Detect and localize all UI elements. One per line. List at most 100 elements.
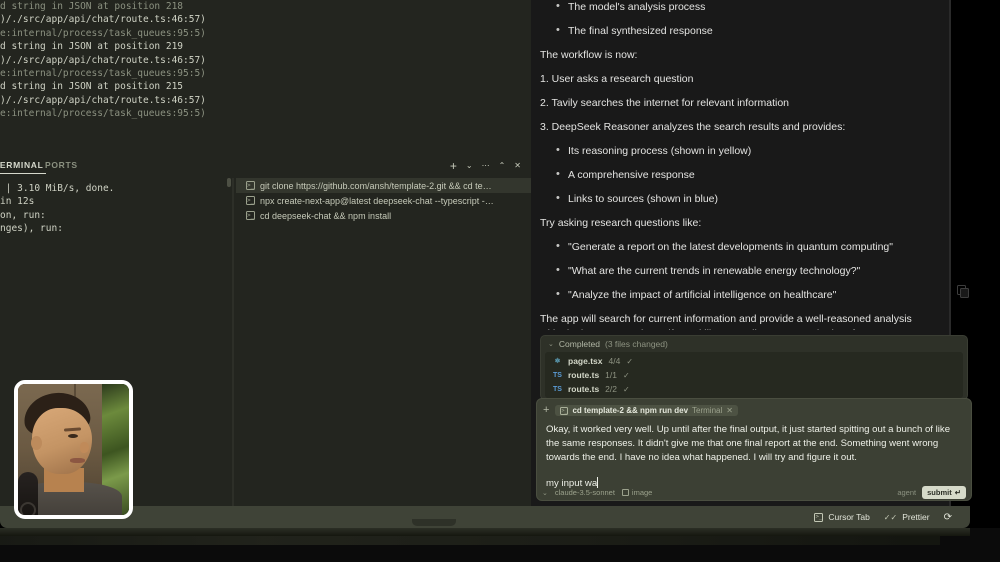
ts-icon: TS — [553, 385, 562, 393]
terminal-line: d string in JSON at position 218 — [0, 1, 184, 12]
webcam-person-eye — [68, 434, 78, 438]
terminal-line: d string in JSON at position 215 — [0, 81, 184, 93]
check-icon: ✓ — [623, 370, 630, 380]
chat-bullet: Its reasoning process (shown in yellow) — [540, 143, 926, 159]
terminal-icon: >_ — [246, 181, 255, 190]
bezel-lip — [0, 528, 970, 536]
new-terminal-icon[interactable]: + — [450, 159, 457, 173]
terminal-actions: + ⌄ ⋯ ⌃ ✕ — [450, 159, 521, 173]
chat-bullet: "What are the current trends in renewabl… — [540, 263, 926, 279]
model-selector[interactable]: claude-3.5-sonnet — [555, 488, 615, 497]
file-change-count: 1/1 — [605, 370, 617, 380]
image-icon — [621, 489, 629, 496]
terminal-tab-label: cd deepseek-chat && npm install — [260, 210, 392, 221]
chat-bullet: "Generate a report on the latest develop… — [540, 239, 926, 255]
terminal-line: on, run: — [0, 209, 46, 221]
chat-message-scroll[interactable]: The model's analysis process The final s… — [531, 0, 950, 330]
terminal-scrollbar[interactable] — [227, 178, 231, 516]
webcam-person-mouth — [70, 458, 85, 463]
composer-actions: agent submit ↵ — [897, 486, 966, 499]
terminal-scrollbar-thumb[interactable] — [227, 178, 231, 187]
terminal-line: | 3.10 MiB/s, done. — [0, 183, 115, 194]
ts-icon: TS — [553, 371, 562, 379]
attach-image-label: image — [631, 488, 653, 497]
chat-ordered-item: 3. DeepSeek Reasoner analyzes the search… — [540, 121, 846, 133]
file-change-count: 2/2 — [605, 384, 617, 394]
file-row[interactable]: TS route.ts 1/1 ✓ — [545, 368, 963, 382]
terminal-line: e:internal/process/task_queues:95:5) — [0, 27, 206, 39]
status-item-cursor-tab[interactable]: >_ Cursor Tab — [814, 512, 870, 522]
submit-button[interactable]: submit ↵ — [922, 486, 966, 499]
files-status-label: Completed — [558, 339, 600, 349]
context-chip-terminal[interactable]: >_ cd template-2 && npm run dev Terminal… — [555, 405, 738, 416]
terminal-splitter[interactable] — [232, 178, 234, 516]
chat-paragraph: The workflow is now: — [540, 49, 638, 61]
webcam-person-nose — [80, 442, 89, 453]
status-bar: >_ Cursor Tab ✓✓ Prettier ⟳ — [0, 506, 970, 528]
copy-icon[interactable] — [957, 285, 969, 298]
terminal-icon: >_ — [246, 196, 255, 205]
terminal-line: in 12s — [0, 196, 35, 208]
file-change-count: 4/4 — [608, 356, 621, 366]
attach-image-button[interactable]: image — [621, 488, 653, 497]
chat-bullet: The final synthesized response — [540, 23, 926, 39]
file-name: route.ts — [568, 384, 600, 394]
terminal-line: nges), run: — [0, 223, 63, 235]
status-label: Cursor Tab — [828, 512, 870, 522]
chevron-down-icon[interactable]: ⌄ — [542, 489, 548, 497]
context-row: + >_ cd template-2 && npm run dev Termin… — [537, 402, 971, 419]
file-name: route.ts — [568, 370, 600, 380]
check-icon: ✓ — [626, 356, 634, 366]
terminal-tab-label: npx create-next-app@latest deepseek-chat… — [260, 195, 494, 206]
webcam-overlay[interactable] — [14, 380, 133, 519]
chat-paragraph: The app will search for current informat… — [540, 313, 912, 330]
completed-files-card: ⌄ Completed (3 files changed) ⚛ page.tsx… — [540, 335, 968, 400]
file-row[interactable]: ⚛ page.tsx 4/4 ✓ — [545, 354, 963, 368]
tab-ports[interactable]: PORTS — [45, 160, 78, 173]
terminal-tab-list: >_ git clone https://github.com/ansh/tem… — [236, 178, 531, 516]
sync-icon[interactable]: ⟳ — [944, 512, 952, 523]
files-card-header[interactable]: ⌄ Completed (3 files changed) — [541, 336, 967, 352]
chat-bullet: Links to sources (shown in blue) — [540, 191, 926, 207]
terminal-line: e:internal/process/task_queues:95:5) — [0, 68, 206, 80]
terminal-scrollback[interactable]: d string in JSON at position 218 )/./src… — [0, 0, 531, 156]
submit-label: submit — [927, 488, 952, 497]
enter-icon: ↵ — [954, 488, 961, 497]
files-list: ⚛ page.tsx 4/4 ✓ TS route.ts 1/1 ✓ TS ro… — [545, 352, 963, 398]
chat-bullet: "Analyze the impact of artificial intell… — [540, 287, 926, 303]
terminal-icon: >_ — [560, 406, 569, 415]
file-row[interactable]: TS route.ts 2/2 ✓ — [545, 382, 963, 396]
close-icon[interactable]: ✕ — [726, 406, 733, 415]
terminal-line: e:internal/process/task_queues:95:5) — [0, 108, 206, 120]
files-count-label: (3 files changed) — [604, 339, 668, 349]
chevron-down-icon[interactable]: ⌄ — [466, 159, 473, 173]
add-context-button[interactable]: + — [543, 405, 549, 416]
chat-ordered-item: 2. Tavily searches the internet for rele… — [540, 97, 790, 109]
webcam-microphone-ring — [20, 502, 36, 515]
terminal-tab-label: git clone https://github.com/ansh/templa… — [260, 180, 492, 191]
terminal-line: )/./src/app/api/chat/route.ts:46:57) — [0, 14, 206, 26]
chevron-up-icon[interactable]: ⌃ — [499, 159, 506, 173]
chat-composer[interactable]: + >_ cd template-2 && npm run dev Termin… — [536, 398, 972, 501]
terminal-tab-item[interactable]: >_ cd deepseek-chat && npm install — [236, 208, 531, 223]
chat-ordered-item: 1. User asks a research question — [540, 73, 694, 85]
composer-footer: ⌄ claude-3.5-sonnet image agent submit ↵ — [537, 485, 971, 500]
terminal-icon: >_ — [246, 211, 255, 220]
terminal-icon: >_ — [814, 512, 824, 522]
chevron-down-icon[interactable]: ⌄ — [548, 340, 554, 348]
more-actions-icon[interactable]: ⋯ — [482, 159, 490, 173]
terminal-tab-item[interactable]: >_ npx create-next-app@latest deepseek-c… — [236, 193, 531, 208]
check-icon: ✓ — [623, 384, 630, 394]
status-label: Prettier — [902, 512, 930, 522]
terminal-tab-item[interactable]: >_ git clone https://github.com/ansh/tem… — [236, 178, 531, 193]
terminal-line: )/./src/app/api/chat/route.ts:46:57) — [0, 54, 206, 66]
terminal-line: d string in JSON at position 219 — [0, 41, 184, 53]
status-item-prettier[interactable]: ✓✓ Prettier — [884, 512, 930, 522]
chat-bullet: The model's analysis process — [540, 0, 926, 15]
tab-terminal[interactable]: TERMINAL — [0, 160, 46, 174]
close-icon[interactable]: ✕ — [514, 159, 521, 173]
composer-sent-message: Okay, it worked very well. Up until afte… — [546, 424, 951, 464]
context-chip-name: cd template-2 && npm run dev — [572, 406, 689, 415]
terminal-line: )/./src/app/api/chat/route.ts:46:57) — [0, 94, 206, 106]
agent-mode-label[interactable]: agent — [897, 488, 916, 497]
